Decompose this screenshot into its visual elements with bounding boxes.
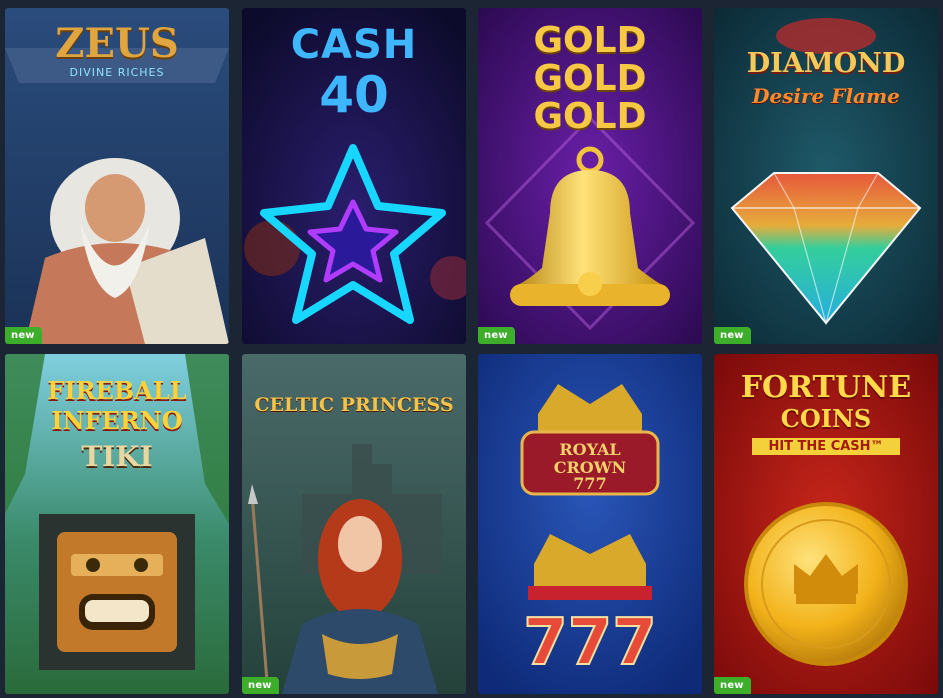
diamond-icon bbox=[714, 8, 938, 344]
new-badge: new bbox=[242, 677, 279, 694]
princess-icon bbox=[242, 354, 466, 694]
games-grid: ZEUS DIVINE RICHES new CASH 40 GOLD GOLD… bbox=[0, 0, 943, 698]
new-badge: new bbox=[478, 327, 515, 344]
coin-icon bbox=[714, 354, 938, 694]
game-tile-celtic-princess[interactable]: CELTIC PRINCESS new bbox=[242, 354, 466, 694]
zeus-icon bbox=[5, 8, 229, 344]
new-badge: new bbox=[714, 327, 751, 344]
game-tile-zeus[interactable]: ZEUS DIVINE RICHES new bbox=[5, 8, 229, 344]
star-icon bbox=[242, 8, 466, 344]
game-tile-gold-gold-gold[interactable]: GOLD GOLD GOLD new bbox=[478, 8, 702, 344]
game-tile-cash-40[interactable]: CASH 40 bbox=[242, 8, 466, 344]
bell-icon bbox=[478, 8, 702, 344]
game-tile-fortune-coins[interactable]: FORTUNE COINS HIT THE CASH™ new bbox=[714, 354, 938, 694]
game-tile-diamond-desire-flame[interactable]: DIAMOND Desire Flame new bbox=[714, 8, 938, 344]
new-badge: new bbox=[5, 327, 42, 344]
tiki-mask-icon bbox=[5, 354, 229, 694]
svg-text:777: 777 bbox=[523, 606, 657, 680]
crown-icon: 777 bbox=[478, 354, 702, 694]
game-tile-royal-crown-777[interactable]: 777 ROYAL CROWN 777 bbox=[478, 354, 702, 694]
new-badge: new bbox=[714, 677, 751, 694]
game-tile-fireball-inferno-tiki[interactable]: FIREBALL INFERNO TIKI bbox=[5, 354, 229, 694]
